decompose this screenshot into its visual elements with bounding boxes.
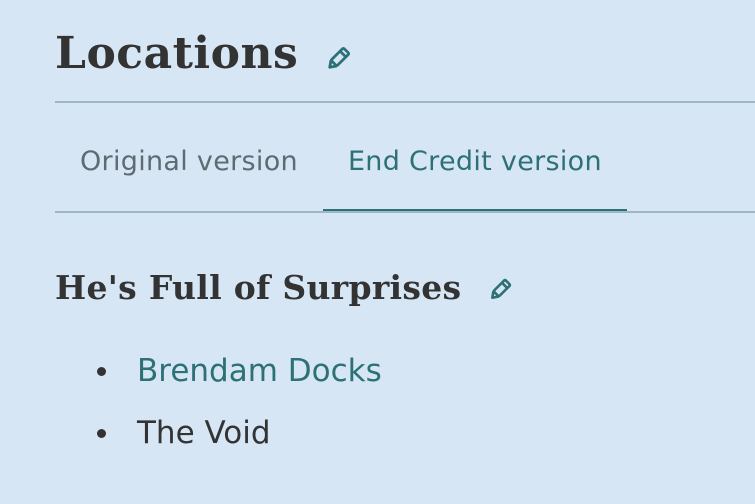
section-title: Locations	[55, 28, 299, 79]
list-item: Brendam Docks	[95, 340, 382, 402]
bullet-icon	[97, 428, 106, 438]
locations-section: Locations Original version End Credit ve…	[55, 0, 755, 504]
tab-label: Original version	[80, 146, 298, 177]
bullet-icon	[97, 366, 106, 376]
tab-label: End Credit version	[347, 146, 602, 177]
header-divider	[55, 101, 755, 103]
tab-end-credit-version[interactable]: End Credit version	[322, 128, 627, 213]
location-link-brendam-docks[interactable]: Brendam Docks	[137, 353, 382, 389]
section-header: Locations	[55, 28, 352, 80]
pencil-icon	[328, 46, 351, 69]
pencil-icon	[491, 278, 512, 299]
edit-episode-pencil-icon[interactable]	[487, 277, 513, 303]
tabs-divider	[55, 211, 755, 213]
list-item: The Void	[95, 402, 382, 464]
location-name-the-void: The Void	[137, 415, 271, 451]
tab-original-version[interactable]: Original version	[55, 128, 323, 212]
location-list: Brendam Docks The Void	[95, 340, 382, 464]
episode-title: He's Full of Surprises	[55, 268, 462, 307]
version-tabs: Original version End Credit version	[55, 128, 755, 213]
episode-header: He's Full of Surprises	[55, 266, 513, 310]
edit-section-pencil-icon[interactable]	[324, 45, 352, 73]
